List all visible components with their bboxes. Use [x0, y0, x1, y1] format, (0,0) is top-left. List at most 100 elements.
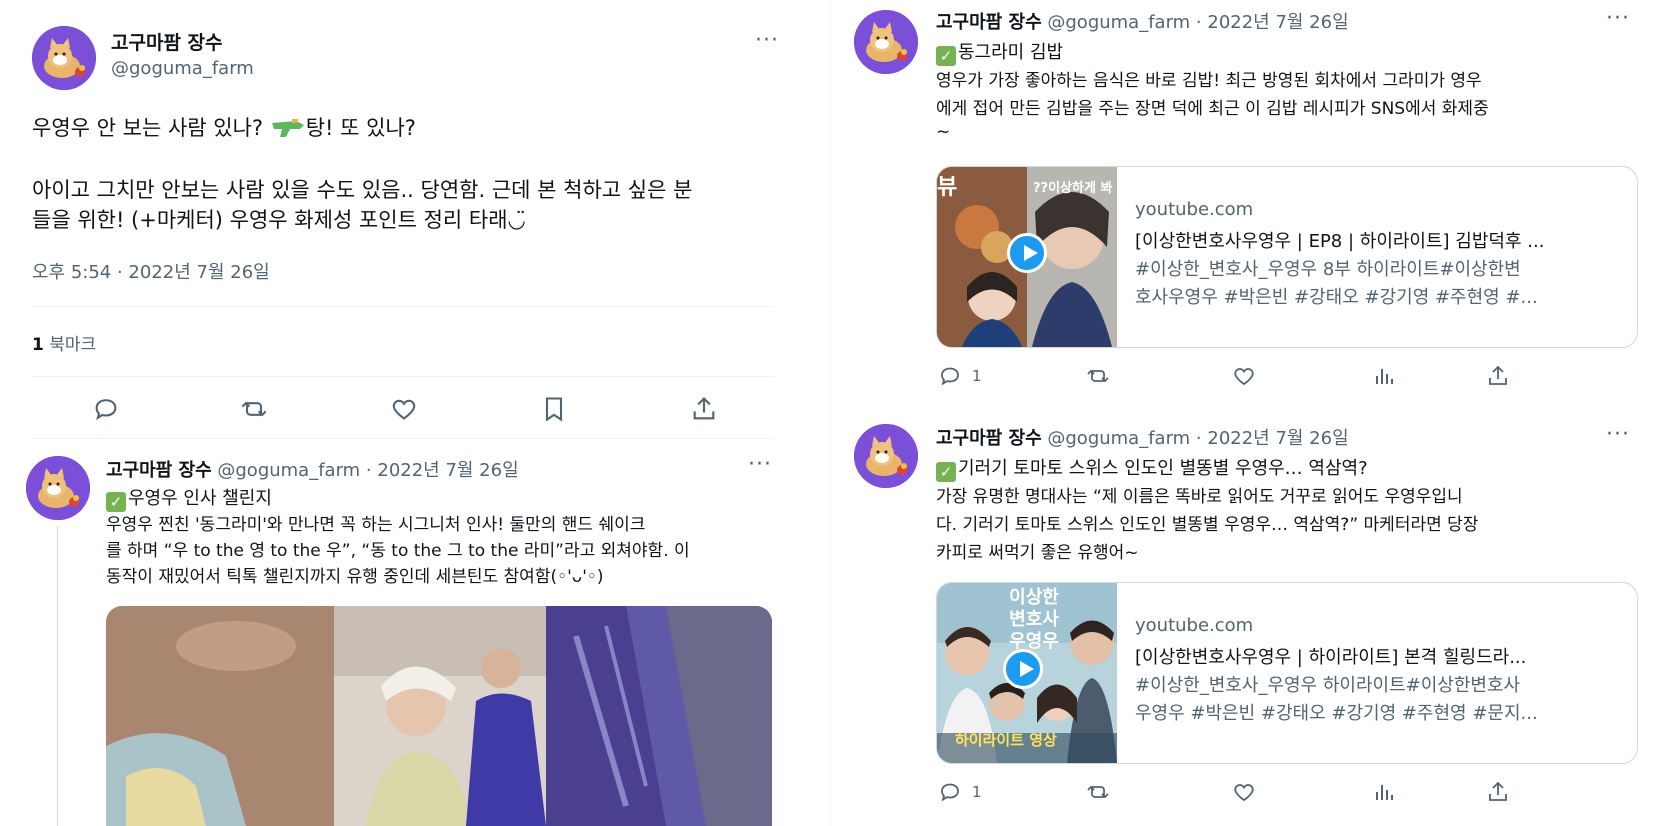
- retweet-icon: [1087, 369, 1109, 383]
- more-options-icon[interactable]: ···: [748, 454, 772, 476]
- display-name[interactable]: 고구마팜 장수: [106, 460, 212, 481]
- share-button[interactable]: [1486, 780, 1510, 804]
- reply-button[interactable]: [92, 395, 120, 423]
- tweet-title-text: 우영우 인사 챌린지: [128, 488, 272, 509]
- reply-tweet[interactable]: 고구마팜 장수 @goguma_farm · 2022년 7월 26일 ··· …: [0, 440, 810, 826]
- avatar[interactable]: [32, 26, 96, 90]
- check-mark-icon: ✓: [106, 492, 126, 512]
- handle[interactable]: @goguma_farm: [111, 58, 254, 79]
- cat-avatar-icon: [32, 26, 96, 90]
- reply-icon: [941, 783, 959, 802]
- like-button[interactable]: [1232, 364, 1256, 388]
- share-icon: [1489, 781, 1507, 801]
- link-title: [이상한변호사우영우 | EP8 | 하이라이트] 김밥덕후 ...: [1135, 231, 1545, 252]
- divider: [32, 306, 774, 307]
- tweet-header: 고구마팜 장수 @goguma_farm · 2022년 7월 26일: [936, 424, 1349, 450]
- tweet-title-text: 기러기 토마토 스위스 인도인 별똥별 우영우… 역삼역?: [958, 458, 1368, 479]
- tweet-text-line: ~: [936, 122, 951, 142]
- play-icon[interactable]: [1003, 649, 1043, 689]
- tweet-text-line: 에게 접어 만든 김밥을 주는 장면 덕에 최근 이 김밥 레시피가 SNS에서…: [936, 99, 1489, 119]
- share-icon: [1489, 365, 1507, 385]
- more-options-icon[interactable]: ···: [1606, 8, 1630, 30]
- reply-count: 1: [972, 367, 982, 385]
- retweet-icon: [241, 401, 267, 417]
- display-name[interactable]: 고구마팜 장수: [936, 12, 1042, 33]
- like-button[interactable]: [390, 395, 418, 423]
- tweet-text-line: 가장 유명한 명대사는 “제 이름은 똑바로 읽어도 거꾸로 읽어도 우영우입니: [936, 487, 1463, 507]
- tweet-text-line: 다. 기러기 토마토 스위스 인도인 별똥별 우영우… 역삼역?” 마케터라면 …: [936, 515, 1479, 535]
- link-description: 우영우 #박은빈 #강태오 #강기영 #주현영 #문지...: [1135, 703, 1538, 724]
- video-thumbnail[interactable]: 이상한 변호사 우영우 하이라이트 영상: [937, 583, 1117, 763]
- thumbnail-tag: 뷰: [937, 175, 958, 200]
- avatar[interactable]: [854, 424, 918, 488]
- tweet-header: 고구마팜 장수 @goguma_farm · 2022년 7월 26일: [936, 8, 1349, 34]
- avatar[interactable]: [854, 10, 918, 74]
- like-icon: [1234, 368, 1254, 386]
- play-icon[interactable]: [1007, 233, 1047, 273]
- retweet-icon: [1087, 785, 1109, 799]
- thumbnail-caption: 이상한 변호사 우영우: [1009, 587, 1059, 652]
- handle-and-date[interactable]: @goguma_farm · 2022년 7월 26일: [1047, 428, 1348, 449]
- link-card[interactable]: ??이상하게 봐 뷰 youtube.com [이상한변호사우영우 | EP8 …: [936, 166, 1638, 348]
- thread-line: [57, 526, 58, 826]
- retweet-button[interactable]: [240, 395, 268, 423]
- divider: [32, 376, 774, 377]
- link-description: #이상한_변호사_우영우 8부 하이라이트#이상한변: [1135, 259, 1521, 280]
- tweet-title-text: 동그라미 김밥: [958, 42, 1064, 63]
- link-domain: youtube.com: [1135, 199, 1254, 220]
- main-tweet: 고구마팜 장수 @goguma_farm ··· 우영우 안 보는 사람 있나?…: [0, 0, 778, 440]
- tweet-text-line: 를 하며 “우 to the 영 to the 우”, “동 to the 그 …: [106, 541, 690, 561]
- bookmark-icon: [545, 397, 563, 422]
- retweet-button[interactable]: [1086, 780, 1110, 804]
- share-button[interactable]: [1486, 364, 1510, 388]
- link-description: 호사우영우 #박은빈 #강태오 #강기영 #주현영 #...: [1135, 287, 1538, 308]
- share-button[interactable]: [690, 395, 718, 423]
- tweet-title: ✓ 기러기 토마토 스위스 인도인 별똥별 우영우… 역삼역?: [936, 454, 1368, 482]
- cat-avatar-icon: [26, 456, 90, 520]
- tweet-title: ✓ 동그라미 김밥: [936, 38, 1063, 66]
- avatar[interactable]: [26, 456, 90, 520]
- reply-button[interactable]: 1: [938, 780, 982, 804]
- bookmark-stats[interactable]: 1 북마크: [32, 330, 96, 355]
- link-domain: youtube.com: [1135, 615, 1254, 636]
- reply-button[interactable]: 1: [938, 364, 982, 388]
- display-name[interactable]: 고구마팜 장수: [936, 428, 1042, 449]
- tweet-text-line: 우영우 찐친 '동그라미'와 만나면 꼭 하는 시그니처 인사! 둘만의 핸드 …: [106, 515, 646, 535]
- views-icon: [1376, 369, 1393, 384]
- thumbnail-tag: 하이라이트 영상: [955, 731, 1057, 749]
- divider: [32, 438, 774, 439]
- tweet-text-line: 카피로 써먹기 좋은 유행어~: [936, 543, 1139, 563]
- reply-icon: [941, 367, 959, 386]
- bookmark-button[interactable]: [540, 395, 568, 423]
- tweet-text-line: 들을 위한! (+마케터) 우영우 화제성 포인트 정리 타래◡̈: [32, 208, 526, 232]
- reply-tweet[interactable]: 고구마팜 장수 @goguma_farm · 2022년 7월 26일 ··· …: [832, 410, 1658, 826]
- handle-and-date[interactable]: @goguma_farm · 2022년 7월 26일: [217, 460, 518, 481]
- link-card[interactable]: 이상한 변호사 우영우 하이라이트 영상 youtube.com [이상한변호사…: [936, 582, 1638, 764]
- handle-and-date[interactable]: @goguma_farm · 2022년 7월 26일: [1047, 12, 1348, 33]
- retweet-button[interactable]: [1086, 364, 1110, 388]
- photo-collage: [106, 606, 772, 826]
- views-button[interactable]: [1372, 780, 1396, 804]
- reply-tweet[interactable]: 고구마팜 장수 @goguma_farm · 2022년 7월 26일 ··· …: [832, 0, 1658, 410]
- tweet-text-part: 우영우 안 보는 사람 있나?: [32, 116, 270, 140]
- views-button[interactable]: [1372, 364, 1396, 388]
- views-icon: [1376, 785, 1393, 800]
- tweet-text-line: 아이고 그치만 안보는 사람 있을 수도 있음.. 당연함. 근데 본 척하고 …: [32, 178, 693, 202]
- cat-avatar-icon: [854, 10, 918, 74]
- video-thumbnail[interactable]: ??이상하게 봐 뷰: [937, 167, 1117, 347]
- more-options-icon[interactable]: ···: [755, 30, 779, 52]
- tweet-photo[interactable]: [106, 606, 772, 826]
- reply-icon: [95, 399, 117, 421]
- bookmark-label: 북마크: [43, 335, 97, 355]
- link-description: #이상한_변호사_우영우 하이라이트#이상한변호사: [1135, 675, 1521, 696]
- reply-count: 1: [972, 783, 982, 801]
- display-name[interactable]: 고구마팜 장수: [111, 28, 223, 55]
- more-options-icon[interactable]: ···: [1606, 424, 1630, 446]
- like-button[interactable]: [1232, 780, 1256, 804]
- cat-avatar-icon: [854, 424, 918, 488]
- share-icon: [693, 397, 715, 420]
- tweet-text-line: 우영우 안 보는 사람 있나? 탕! 또 있나?: [32, 112, 416, 142]
- tweet-text-line: 영우가 가장 좋아하는 음식은 바로 김밥! 최근 방영된 회차에서 그라미가 …: [936, 71, 1482, 91]
- timestamp[interactable]: 오후 5:54 · 2022년 7월 26일: [32, 258, 270, 284]
- thumbnail-caption: ??이상하게 봐: [1033, 181, 1113, 196]
